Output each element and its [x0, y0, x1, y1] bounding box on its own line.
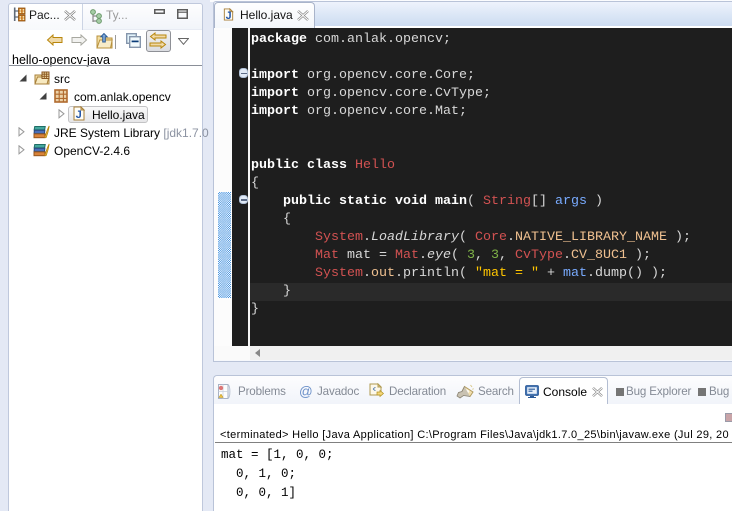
svg-text:J: J: [226, 10, 232, 21]
svg-text:J: J: [76, 109, 82, 121]
